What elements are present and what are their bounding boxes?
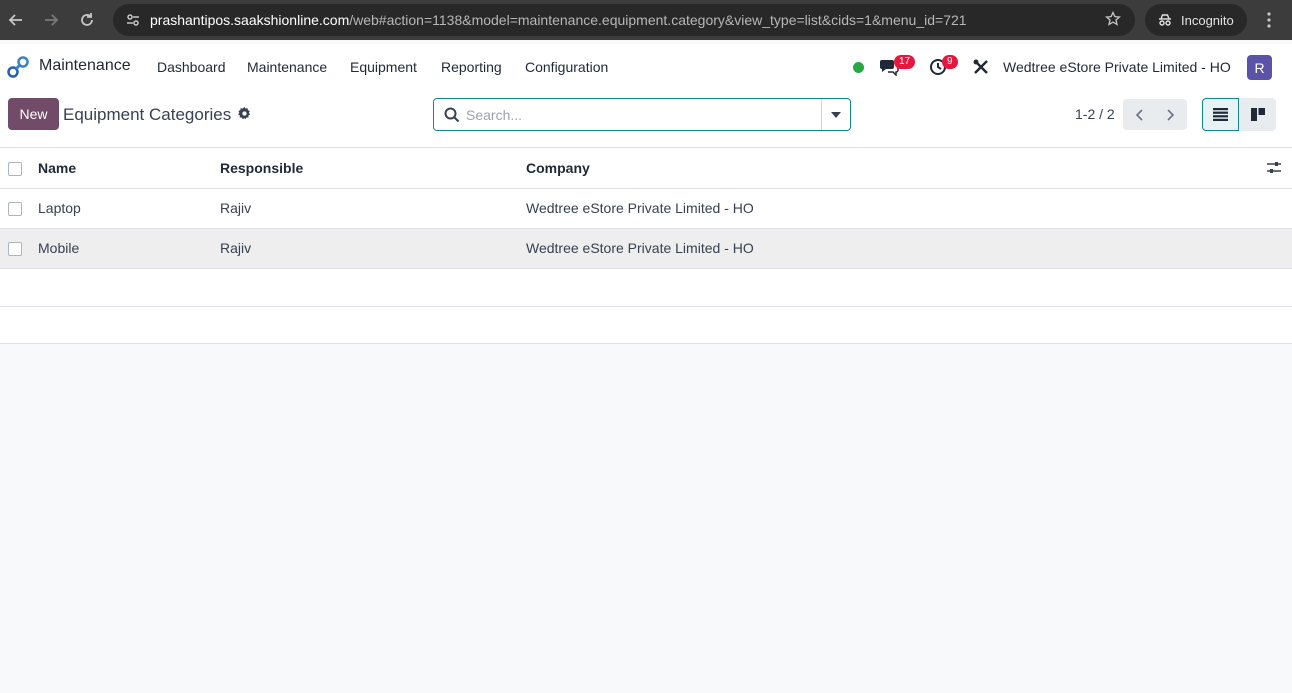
- debug-tools-icon[interactable]: [972, 58, 990, 76]
- presence-status-icon: [853, 62, 864, 73]
- empty-row: [0, 268, 1292, 306]
- pager-next-button[interactable]: [1155, 99, 1187, 130]
- user-avatar[interactable]: R: [1247, 55, 1272, 80]
- url-path: /web#action=1138&model=maintenance.equip…: [349, 12, 967, 28]
- list-view-button[interactable]: [1202, 98, 1239, 131]
- app-name[interactable]: Maintenance: [39, 57, 131, 75]
- search-input[interactable]: [466, 104, 816, 126]
- menu-reporting[interactable]: Reporting: [441, 59, 502, 75]
- search-options-toggle[interactable]: [821, 99, 850, 130]
- column-header-name[interactable]: Name: [38, 160, 76, 176]
- maintenance-app-icon[interactable]: [7, 56, 29, 78]
- cell-name: Laptop: [38, 200, 81, 216]
- main-navbar: Maintenance Dashboard Maintenance Equipm…: [0, 44, 1292, 90]
- table-row[interactable]: Mobile Rajiv Wedtree eStore Private Limi…: [0, 228, 1292, 268]
- url-host: prashantipos.saakshionline.com: [150, 12, 350, 28]
- optional-columns-icon[interactable]: [1267, 161, 1281, 175]
- reload-icon[interactable]: [72, 5, 102, 35]
- pager-previous-button[interactable]: [1123, 99, 1155, 130]
- cell-company: Wedtree eStore Private Limited - HO: [526, 200, 754, 216]
- pager-value[interactable]: 1-2 / 2: [1075, 106, 1115, 122]
- site-settings-icon[interactable]: [119, 12, 147, 28]
- cell-name: Mobile: [38, 240, 80, 256]
- menu-configuration[interactable]: Configuration: [525, 59, 608, 75]
- menu-maintenance[interactable]: Maintenance: [247, 59, 327, 75]
- kanban-view-icon: [1250, 108, 1265, 121]
- column-header-responsible[interactable]: Responsible: [220, 160, 303, 176]
- incognito-icon: [1157, 12, 1173, 28]
- menu-dashboard[interactable]: Dashboard: [157, 59, 226, 75]
- cell-company: Wedtree eStore Private Limited - HO: [526, 240, 754, 256]
- forward-icon[interactable]: [36, 5, 66, 35]
- gear-icon[interactable]: [237, 106, 252, 121]
- kanban-view-button[interactable]: [1239, 98, 1276, 131]
- table-row[interactable]: Laptop Rajiv Wedtree eStore Private Limi…: [0, 188, 1292, 228]
- activities-count-badge: 9: [942, 55, 958, 69]
- browser-menu-icon[interactable]: [1258, 6, 1280, 34]
- address-bar[interactable]: prashantipos.saakshionline.com/web#actio…: [113, 4, 1135, 36]
- bookmark-star-icon[interactable]: [1105, 10, 1121, 30]
- back-icon[interactable]: [1, 5, 31, 35]
- row-checkbox[interactable]: [8, 202, 22, 216]
- menu-equipment[interactable]: Equipment: [350, 59, 417, 75]
- cell-responsible: Rajiv: [220, 240, 252, 256]
- company-switcher[interactable]: Wedtree eStore Private Limited - HO: [1003, 59, 1231, 75]
- incognito-label: Incognito: [1181, 12, 1234, 28]
- column-header-company[interactable]: Company: [526, 160, 590, 176]
- empty-row: [0, 306, 1292, 344]
- browser-toolbar: prashantipos.saakshionline.com/web#actio…: [0, 0, 1292, 40]
- page-title: Equipment Categories: [63, 105, 232, 124]
- search-icon: [444, 107, 460, 123]
- messages-count-badge: 17: [894, 55, 916, 69]
- table-header: Name Responsible Company: [0, 147, 1292, 188]
- list-view-icon: [1213, 108, 1228, 121]
- search-bar: [433, 98, 851, 131]
- new-button[interactable]: New: [8, 98, 59, 130]
- list-table: Name Responsible Company Laptop Rajiv We…: [0, 147, 1292, 344]
- url-text: prashantipos.saakshionline.com/web#actio…: [150, 12, 967, 28]
- incognito-indicator[interactable]: Incognito: [1145, 4, 1247, 36]
- select-all-checkbox[interactable]: [8, 162, 22, 176]
- control-panel: New Equipment Categories 1-2 / 2: [0, 90, 1292, 147]
- cell-responsible: Rajiv: [220, 200, 252, 216]
- row-checkbox[interactable]: [8, 242, 22, 256]
